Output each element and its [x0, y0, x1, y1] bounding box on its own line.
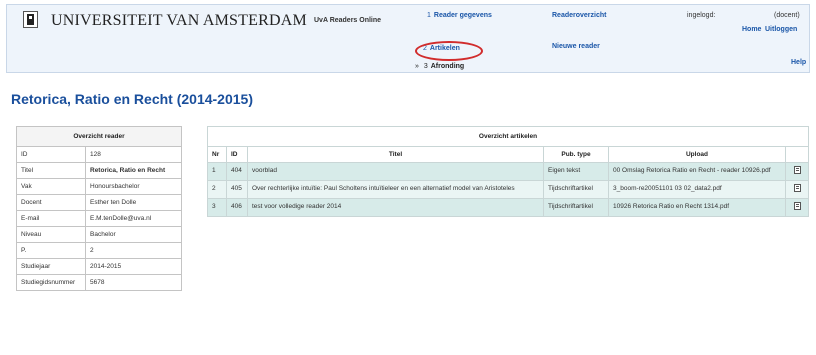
field-label: Studiegidsnummer	[16, 274, 86, 291]
field-label: Docent	[16, 194, 86, 211]
table-row: P. 2	[16, 242, 182, 259]
cell-type: Tijdschriftartikel	[543, 180, 609, 199]
cell-id: 405	[226, 180, 248, 199]
field-value: 2	[85, 242, 182, 259]
col-nr-header: Nr	[207, 146, 227, 163]
reader-overview-table: Overzicht reader ID 128 Titel Retorica, Ra…	[16, 126, 182, 291]
cell-nr: 1	[207, 162, 227, 181]
table-row: Vak Honoursbachelor	[16, 178, 182, 195]
cell-titel: Over rechterlijke intuïtie: Paul Scholte…	[247, 180, 544, 199]
step-reader-gegevens[interactable]: 1 Reader gegevens	[427, 12, 492, 19]
user-role: (docent)	[774, 12, 800, 19]
articles-caption: Overzicht artikelen	[207, 126, 809, 147]
table-row: Studiegidsnummer 5678	[16, 274, 182, 291]
cell-id: 404	[226, 162, 248, 181]
cell-upload: 00 Omslag Retorica Ratio en Recht - read…	[608, 162, 786, 181]
table-row: E-mail E.M.tenDolle@uva.nl	[16, 210, 182, 227]
field-value: Retorica, Ratio en Recht	[85, 162, 182, 179]
field-label: ID	[16, 146, 86, 163]
field-value: 2014-2015	[85, 258, 182, 275]
articles-overview-table: Overzicht artikelen Nr ID Titel Pub. typ…	[207, 126, 809, 217]
uva-logo	[23, 11, 38, 28]
table-row[interactable]: 1 404 voorblad Eigen tekst 00 Omslag Ret…	[207, 162, 809, 181]
col-upload-header: Upload	[608, 146, 786, 163]
table-row: Titel Retorica, Ratio en Recht	[16, 162, 182, 179]
cell-action[interactable]	[785, 162, 809, 181]
page-title: Retorica, Ratio en Recht (2014-2015)	[11, 91, 253, 107]
field-value: Esther ten Dolle	[85, 194, 182, 211]
field-value: 128	[85, 146, 182, 163]
university-name: UNIVERSITEIT VAN AMSTERDAM	[51, 12, 307, 29]
table-row[interactable]: 2 405 Over rechterlijke intuïtie: Paul S…	[207, 180, 809, 199]
cell-nr: 2	[207, 180, 227, 199]
cell-titel: voorblad	[247, 162, 544, 181]
cell-action[interactable]	[785, 198, 809, 217]
table-row[interactable]: 3 406 test voor volledige reader 2014 Ti…	[207, 198, 809, 217]
app-name: UvA Readers Online	[314, 17, 382, 24]
cell-type: Eigen tekst	[543, 162, 609, 181]
cell-nr: 3	[207, 198, 227, 217]
document-icon[interactable]	[793, 202, 801, 210]
readeroverzicht-link[interactable]: Readeroverzicht	[552, 12, 606, 19]
highlight-circle	[415, 41, 483, 61]
field-value: E.M.tenDolle@uva.nl	[85, 210, 182, 227]
cell-type: Tijdschriftartikel	[543, 198, 609, 217]
reader-caption: Overzicht reader	[16, 126, 182, 147]
field-label: E-mail	[16, 210, 86, 227]
help-link[interactable]: Help	[791, 59, 806, 66]
cell-id: 406	[226, 198, 248, 217]
document-icon[interactable]	[793, 166, 801, 174]
col-titel-header: Titel	[247, 146, 544, 163]
col-type-header: Pub. type	[543, 146, 609, 163]
cell-upload: 10926 Retorica Ratio en Recht 1314.pdf	[608, 198, 786, 217]
cell-upload: 3_boom-re20051101 03 02_data2.pdf	[608, 180, 786, 199]
table-row: Docent Esther ten Dolle	[16, 194, 182, 211]
field-label: Titel	[16, 162, 86, 179]
field-value: Honoursbachelor	[85, 178, 182, 195]
field-label: Vak	[16, 178, 86, 195]
nieuwe-reader-link[interactable]: Nieuwe reader	[552, 43, 600, 50]
cell-titel: test voor volledige reader 2014	[247, 198, 544, 217]
col-id-header: ID	[226, 146, 248, 163]
site-header: UNIVERSITEIT VAN AMSTERDAM UvA Readers O…	[6, 4, 810, 73]
cell-action[interactable]	[785, 180, 809, 199]
document-icon[interactable]	[793, 184, 801, 192]
field-label: Studiejaar	[16, 258, 86, 275]
table-row: ID 128	[16, 146, 182, 163]
login-status: ingelogd:	[687, 12, 716, 19]
field-value: 5678	[85, 274, 182, 291]
table-row: Niveau Bachelor	[16, 226, 182, 243]
home-link[interactable]: Home	[742, 26, 761, 33]
field-label: P.	[16, 242, 86, 259]
field-value: Bachelor	[85, 226, 182, 243]
col-action-header	[785, 146, 809, 163]
table-row: Studiejaar 2014-2015	[16, 258, 182, 275]
field-label: Niveau	[16, 226, 86, 243]
step-afronding: » 3 Afronding	[415, 63, 465, 70]
uitloggen-link[interactable]: Uitloggen	[765, 26, 797, 33]
